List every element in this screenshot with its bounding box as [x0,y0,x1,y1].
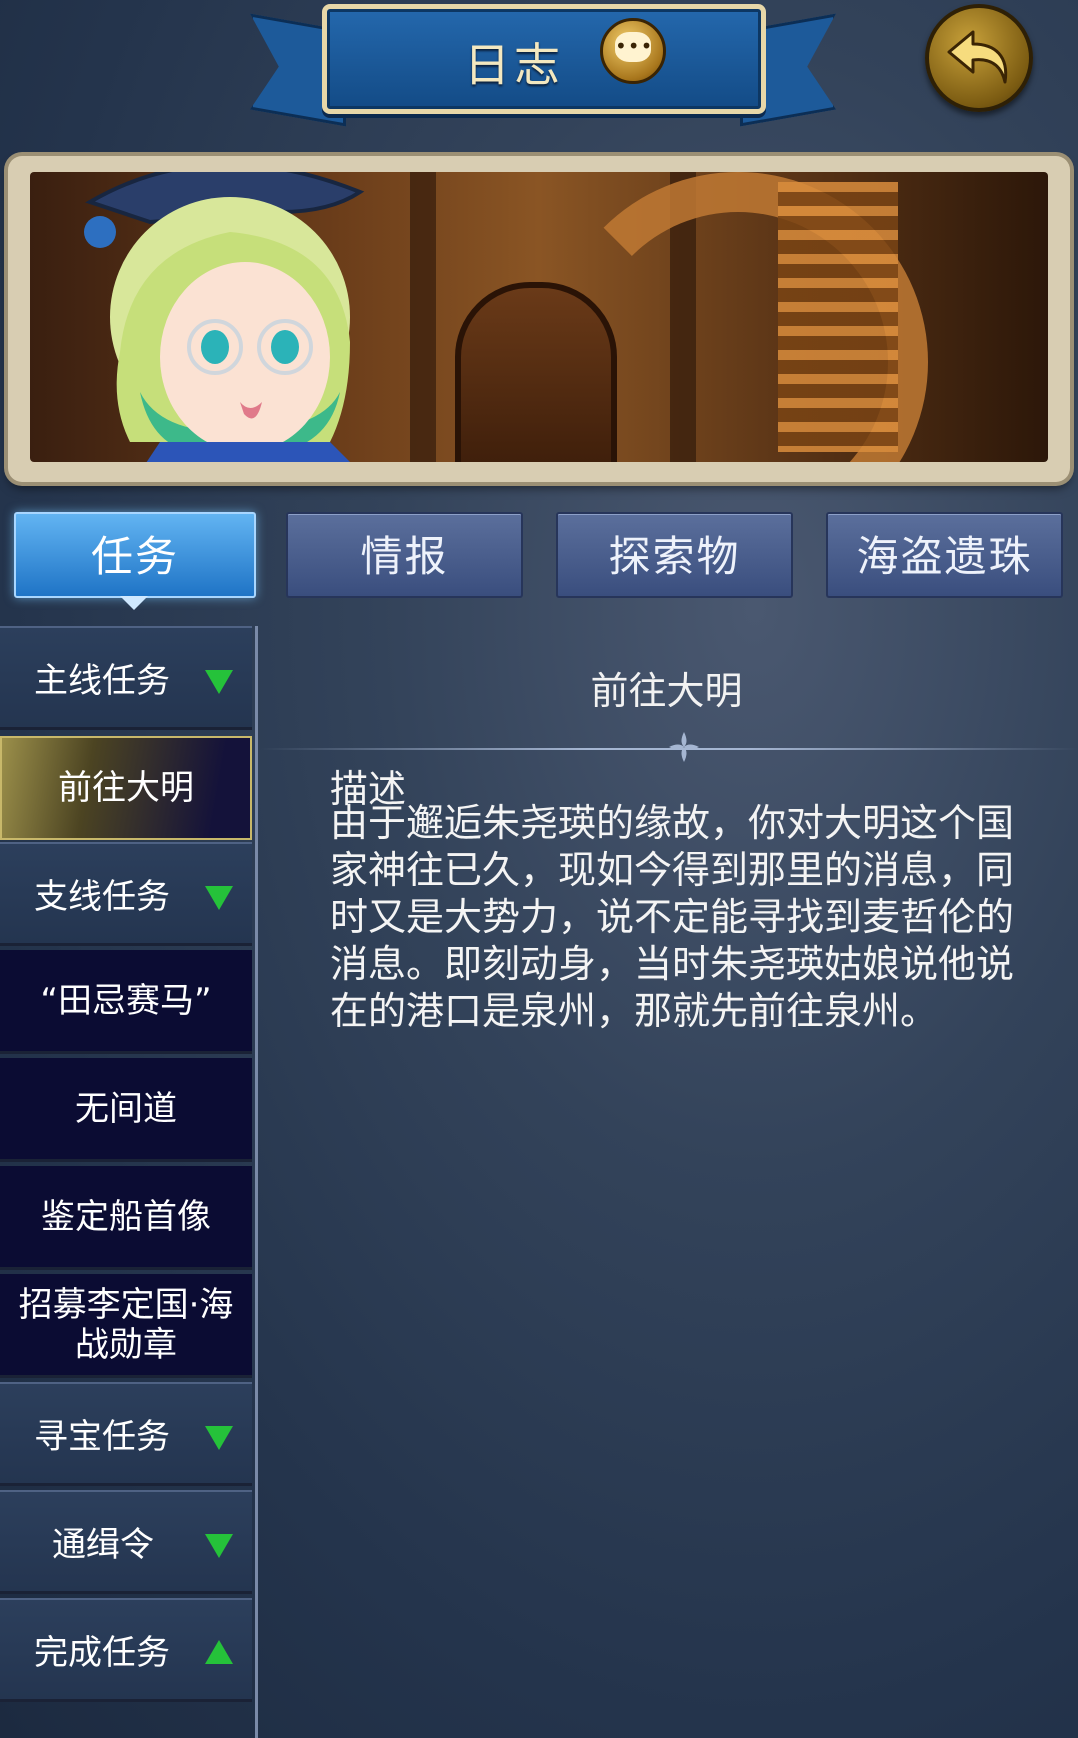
title-banner: 日志 [322,4,766,114]
tab-pointer [120,596,148,610]
task-label: 无间道 [75,1088,177,1129]
category-label: 支线任务 [34,877,170,917]
tab-intel[interactable]: 情报 [286,512,523,598]
category-wanted[interactable]: 通缉令 [0,1490,252,1594]
category-treasure-quest[interactable]: 寻宝任务 [0,1382,252,1486]
task-item[interactable]: 无间道 [0,1058,252,1162]
task-item-selected[interactable]: 前往大明 [0,736,252,840]
tab-pirate-pearls[interactable]: 海盗遗珠 [826,512,1063,598]
category-label: 完成任务 [34,1633,170,1673]
description-text: 由于邂逅朱尧瑛的缘故，你对大明这个国家神往已久，现如今得到那里的消息，同时又是大… [330,801,1015,1033]
task-title: 前往大明 [590,669,743,713]
scene-background [30,172,1048,462]
expand-arrow-icon [205,1426,233,1450]
task-item[interactable]: 鉴定船首像 [0,1166,252,1270]
back-arrow-icon [947,30,1008,84]
task-sidebar: 主线任务 前往大明 支线任务 “田忌赛马” 无间道 鉴定船首像 招募李定国·海战… [0,626,258,1738]
task-item[interactable]: 招募李定国·海战勋章 [0,1274,252,1378]
page-title: 日志 [464,38,564,92]
character-portrait [84,172,365,462]
category-label: 寻宝任务 [34,1417,170,1457]
expand-arrow-icon [205,1534,233,1558]
category-label: 通缉令 [52,1525,154,1565]
task-label: 招募李定国·海战勋章 [18,1284,234,1365]
tab-explore-items[interactable]: 探索物 [556,512,793,598]
category-label: 主线任务 [34,661,170,701]
expand-arrow-icon [205,670,233,694]
scene-frame [8,156,1070,482]
collapse-arrow-icon [205,1640,233,1664]
category-side-quest[interactable]: 支线任务 [0,842,252,946]
chat-bubble-icon[interactable] [600,18,666,84]
task-label: 鉴定船首像 [41,1196,211,1237]
category-completed[interactable]: 完成任务 [0,1598,252,1702]
back-button[interactable] [925,4,1033,112]
tab-tasks[interactable]: 任务 [14,512,256,598]
task-label: “田忌赛马” [40,980,212,1021]
stair-steps [778,182,898,452]
expand-arrow-icon [205,886,233,910]
fleur-ornament-icon [669,732,699,762]
task-label: 前往大明 [58,768,194,808]
category-main-quest[interactable]: 主线任务 [0,626,252,730]
task-item[interactable]: “田忌赛马” [0,950,252,1054]
